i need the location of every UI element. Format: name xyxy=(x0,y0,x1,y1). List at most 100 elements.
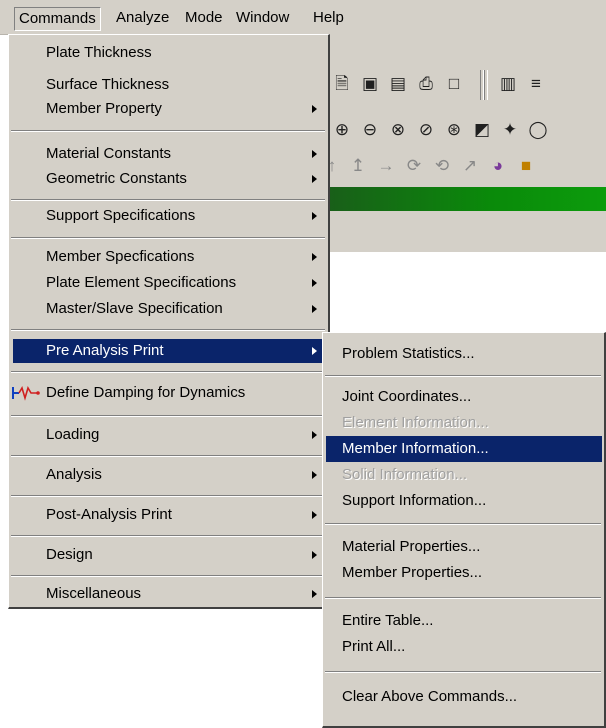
submenu-arrow-icon xyxy=(312,471,317,479)
my-icon[interactable]: ⟲ xyxy=(432,156,452,176)
zoom-window-icon[interactable]: ⊗ xyxy=(388,120,408,140)
menu-help[interactable]: Help xyxy=(309,7,348,29)
menu-separator xyxy=(325,671,601,673)
submenu-arrow-icon xyxy=(312,212,317,220)
pan-icon[interactable]: ◩ xyxy=(472,120,492,140)
toolbar-separator xyxy=(484,70,488,100)
measure-icon[interactable]: ≡ xyxy=(526,74,546,94)
submenu-arrow-icon xyxy=(312,175,317,183)
menu-item-label: Member Specfications xyxy=(46,248,195,265)
submenu-item-material-properties[interactable]: Material Properties... xyxy=(326,534,602,560)
submenu-item-member-properties[interactable]: Member Properties... xyxy=(326,560,602,586)
print-icon[interactable]: ⎙ xyxy=(416,74,436,94)
menu-window[interactable]: Window xyxy=(232,7,293,29)
menu-item-label: Design xyxy=(46,546,93,563)
submenu-item-solid-information: Solid Information... xyxy=(326,462,602,488)
menu-separator xyxy=(11,455,325,457)
submenu-item-label: Solid Information... xyxy=(342,466,468,483)
commands-dropdown: Plate Thickness Surface Thickness Member… xyxy=(8,34,330,609)
menu-item-member-specifications[interactable]: Member Specfications xyxy=(13,245,325,269)
menu-item-label: Geometric Constants xyxy=(46,170,187,187)
menu-separator xyxy=(11,237,325,239)
zoom-in-icon[interactable]: ⊕ xyxy=(332,120,352,140)
menu-item-label: Analysis xyxy=(46,466,102,483)
open-icon[interactable]: 🗎 xyxy=(332,74,352,94)
submenu-item-clear-above-commands[interactable]: Clear Above Commands... xyxy=(326,684,602,710)
fz-icon[interactable]: → xyxy=(376,156,396,176)
circle-icon[interactable]: ◯ xyxy=(528,120,548,140)
menu-item-master-slave-specification[interactable]: Master/Slave Specification xyxy=(13,297,325,321)
view-title-bar xyxy=(318,187,606,211)
menu-item-material-constants[interactable]: Material Constants xyxy=(13,142,325,166)
submenu-arrow-icon xyxy=(312,253,317,261)
menu-separator xyxy=(11,415,325,417)
mx-icon[interactable]: ⟳ xyxy=(404,156,424,176)
menu-separator xyxy=(11,371,325,373)
menu-item-loading[interactable]: Loading xyxy=(13,423,325,447)
submenu-item-label: Material Properties... xyxy=(342,538,481,555)
submenu-item-joint-coordinates[interactable]: Joint Coordinates... xyxy=(326,384,602,410)
submenu-item-entire-table[interactable]: Entire Table... xyxy=(326,608,602,634)
submenu-item-element-information: Element Information... xyxy=(326,410,602,436)
menu-separator xyxy=(325,375,601,377)
menu-item-label: Plate Thickness xyxy=(46,44,152,61)
menu-item-post-analysis-print[interactable]: Post-Analysis Print xyxy=(13,503,325,527)
paint-icon[interactable]: ◕ xyxy=(488,156,508,176)
color-icon[interactable]: ■ xyxy=(516,156,536,176)
menu-item-label: Member Property xyxy=(46,100,162,117)
menu-item-miscellaneous[interactable]: Miscellaneous xyxy=(13,582,325,606)
menu-analyze[interactable]: Analyze xyxy=(112,7,173,29)
submenu-arrow-icon xyxy=(312,551,317,559)
submenu-item-label: Member Properties... xyxy=(342,564,483,581)
menu-separator xyxy=(11,130,325,132)
menu-item-plate-element-specifications[interactable]: Plate Element Specifications xyxy=(13,271,325,295)
submenu-arrow-icon xyxy=(312,590,317,598)
menu-item-label: Surface Thickness xyxy=(46,76,170,93)
submenu-item-support-information[interactable]: Support Information... xyxy=(326,488,602,514)
menu-item-label: Pre Analysis Print xyxy=(46,342,164,359)
menu-item-label: Plate Element Specifications xyxy=(46,274,237,291)
submenu-item-print-all[interactable]: Print All... xyxy=(326,634,602,660)
print-preview-icon[interactable]: □ xyxy=(444,74,464,94)
submenu-item-label: Element Information... xyxy=(342,414,489,431)
toolbar-row-zoom: ⊕ ⊖ ⊗ ⊘ ⊛ ◩ ✦ ◯ xyxy=(318,110,606,148)
fy-icon[interactable]: ↥ xyxy=(348,156,368,176)
menu-item-pre-analysis-print[interactable]: Pre Analysis Print xyxy=(13,339,325,363)
camera-icon[interactable]: ▣ xyxy=(360,74,380,94)
menu-separator xyxy=(11,495,325,497)
menu-item-label: Master/Slave Specification xyxy=(46,300,223,317)
submenu-item-label: Support Information... xyxy=(342,492,487,509)
menu-separator xyxy=(325,523,601,525)
zoom-dynamic-icon[interactable]: ⊘ xyxy=(416,120,436,140)
menu-item-analysis[interactable]: Analysis xyxy=(13,463,325,487)
menu-item-define-damping[interactable]: Define Damping for Dynamics xyxy=(12,381,325,405)
menu-item-surface-thickness[interactable]: Surface Thickness xyxy=(13,73,325,97)
menu-bar: Commands Analyze Mode Window Help xyxy=(0,0,606,35)
submenu-item-label: Print All... xyxy=(342,638,406,655)
menu-commands[interactable]: Commands xyxy=(14,7,101,31)
export-icon[interactable]: ▤ xyxy=(388,74,408,94)
submenu-arrow-icon xyxy=(312,511,317,519)
zoom-out-icon[interactable]: ⊖ xyxy=(360,120,380,140)
submenu-item-problem-statistics[interactable]: Problem Statistics... xyxy=(326,341,602,367)
magic-icon[interactable]: ✦ xyxy=(500,120,520,140)
damping-icon xyxy=(12,386,40,401)
submenu-item-label: Joint Coordinates... xyxy=(342,388,472,405)
submenu-arrow-icon xyxy=(312,347,317,355)
menu-item-plate-thickness[interactable]: Plate Thickness xyxy=(13,41,325,65)
page-icon[interactable]: ▥ xyxy=(498,74,518,94)
submenu-arrow-icon xyxy=(312,305,317,313)
menu-item-geometric-constants[interactable]: Geometric Constants xyxy=(13,167,325,191)
menu-item-label: Material Constants xyxy=(46,145,172,162)
menu-item-member-property[interactable]: Member Property xyxy=(13,97,325,121)
menu-separator xyxy=(11,575,325,577)
mz-icon[interactable]: ↗ xyxy=(460,156,480,176)
menu-mode[interactable]: Mode xyxy=(181,7,227,29)
menu-item-design[interactable]: Design xyxy=(13,543,325,567)
menu-item-support-specifications[interactable]: Support Specifications xyxy=(13,204,325,228)
toolbar-row-load: ↑ ↥ → ⟳ ⟲ ↗ ◕ ■ xyxy=(318,146,606,184)
submenu-item-member-information[interactable]: Member Information... xyxy=(326,436,602,462)
submenu-item-label: Entire Table... xyxy=(342,612,434,629)
zoom-all-icon[interactable]: ⊛ xyxy=(444,120,464,140)
menu-separator xyxy=(325,597,601,599)
